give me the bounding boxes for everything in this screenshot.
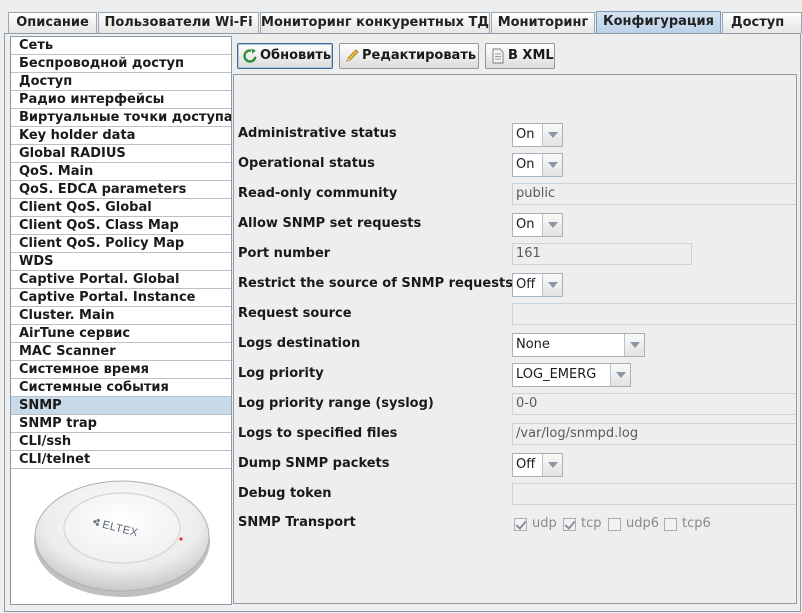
log-files-row: Logs to specified files /var/log/snmpd.l… <box>238 419 796 449</box>
port-field[interactable]: 161 <box>512 243 692 265</box>
log-priority-row: Log priority LOG_EMERG <box>238 359 796 389</box>
chevron-down-icon[interactable] <box>542 154 562 176</box>
tab-access[interactable]: Доступ <box>722 12 802 33</box>
transport-row: SNMP Transport udp tcp udp6 tcp6 <box>238 515 711 531</box>
sidebar-item-network[interactable]: Сеть <box>11 37 231 55</box>
sidebar-item-client-qos-class-map[interactable]: Client QoS. Class Map <box>11 217 231 235</box>
sidebar-item-captive-portal-instance[interactable]: Captive Portal. Instance <box>11 289 231 307</box>
edit-button[interactable]: Редактировать <box>339 43 479 69</box>
sidebar-item-qos-edca[interactable]: QoS. EDCA parameters <box>11 181 231 199</box>
chevron-down-icon[interactable] <box>610 364 630 386</box>
oper-status-select[interactable]: On <box>512 153 563 177</box>
log-priority-select[interactable]: LOG_EMERG <box>512 363 631 387</box>
sidebar-item-access[interactable]: Доступ <box>11 73 231 91</box>
admin-status-select[interactable]: On <box>512 123 563 147</box>
snmp-settings-form: Administrative status On Operational sta… <box>233 74 797 604</box>
chevron-down-icon[interactable] <box>542 454 562 476</box>
sidebar-item-cluster-main[interactable]: Cluster. Main <box>11 307 231 325</box>
sidebar-item-captive-portal-global[interactable]: Captive Portal. Global <box>11 271 231 289</box>
sidebar-item-client-qos-policy-map[interactable]: Client QoS. Policy Map <box>11 235 231 253</box>
sidebar-item-key-holder-data[interactable]: Key holder data <box>11 127 231 145</box>
refresh-button[interactable]: Обновить <box>237 43 333 69</box>
request-source-row: Request source <box>238 299 796 329</box>
tab-wifi-users[interactable]: Пользователи Wi-Fi <box>98 12 259 33</box>
document-icon <box>492 48 504 64</box>
port-row: Port number 161 <box>238 239 796 269</box>
chevron-down-icon[interactable] <box>542 274 562 296</box>
dump-select[interactable]: Off <box>512 453 563 477</box>
restrict-select[interactable]: Off <box>512 273 563 297</box>
tab-description[interactable]: Описание <box>8 12 97 33</box>
sidebar-item-cli-telnet[interactable]: CLI/telnet <box>11 451 231 469</box>
sidebar-item-system-events[interactable]: Системные события <box>11 379 231 397</box>
pencil-icon <box>346 49 359 62</box>
log-range-field[interactable]: 0-0 <box>512 393 796 415</box>
allow-set-row: Allow SNMP set requests On <box>238 209 796 239</box>
sidebar-item-snmp[interactable]: SNMP <box>11 397 231 415</box>
admin-status-row: Administrative status On <box>238 119 796 149</box>
chevron-down-icon[interactable] <box>624 334 644 356</box>
log-files-field[interactable]: /var/log/snmpd.log <box>512 423 796 445</box>
ro-community-row: Read-only community public <box>238 179 796 209</box>
export-xml-button[interactable]: В XML <box>485 43 555 69</box>
sidebar-item-cli-ssh[interactable]: CLI/ssh <box>11 433 231 451</box>
logs-destination-row: Logs destination None <box>238 329 796 359</box>
sidebar-item-radio-interfaces[interactable]: Радио интерфейсы <box>11 91 231 109</box>
ro-community-field[interactable]: public <box>512 183 796 205</box>
config-section-list: Сеть Беспроводной доступ Доступ Радио ин… <box>10 36 232 605</box>
sidebar-item-airtune[interactable]: AirTune сервис <box>11 325 231 343</box>
sidebar-item-snmp-trap[interactable]: SNMP trap <box>11 415 231 433</box>
tab-configuration[interactable]: Конфигурация <box>596 11 721 34</box>
chevron-down-icon[interactable] <box>542 124 562 146</box>
config-panel: Обновить Редактировать В XML Administrat… <box>233 36 800 605</box>
oper-status-row: Operational status On <box>238 149 796 179</box>
sidebar-item-wireless-access[interactable]: Беспроводной доступ <box>11 55 231 73</box>
tab-competitor-monitoring[interactable]: Мониторинг конкурентных ТД <box>260 12 490 33</box>
sidebar-item-global-radius[interactable]: Global RADIUS <box>11 145 231 163</box>
debug-token-field[interactable] <box>512 483 796 505</box>
dump-row: Dump SNMP packets Off <box>238 449 796 479</box>
refresh-icon <box>243 48 257 63</box>
debug-token-row: Debug token <box>238 479 796 509</box>
sidebar-item-system-time[interactable]: Системное время <box>11 361 231 379</box>
tab-bar: Описание Пользователи Wi-Fi Мониторинг к… <box>0 0 802 34</box>
sidebar-item-virtual-aps[interactable]: Виртуальные точки доступа <box>11 109 231 127</box>
log-range-row: Log priority range (syslog) 0-0 <box>238 389 796 419</box>
sidebar-item-mac-scanner[interactable]: MAC Scanner <box>11 343 231 361</box>
sidebar-item-client-qos-global[interactable]: Client QoS. Global <box>11 199 231 217</box>
access-point-image: ELTEX <box>34 480 210 597</box>
allow-set-select[interactable]: On <box>512 213 563 237</box>
restrict-row: Restrict the source of SNMP requests Off <box>238 269 796 299</box>
sidebar-item-wds[interactable]: WDS <box>11 253 231 271</box>
tab-monitoring[interactable]: Мониторинг <box>491 12 595 33</box>
logs-destination-select[interactable]: None <box>512 333 645 357</box>
sidebar-item-qos-main[interactable]: QoS. Main <box>11 163 231 181</box>
chevron-down-icon[interactable] <box>542 214 562 236</box>
request-source-field[interactable] <box>512 303 796 325</box>
